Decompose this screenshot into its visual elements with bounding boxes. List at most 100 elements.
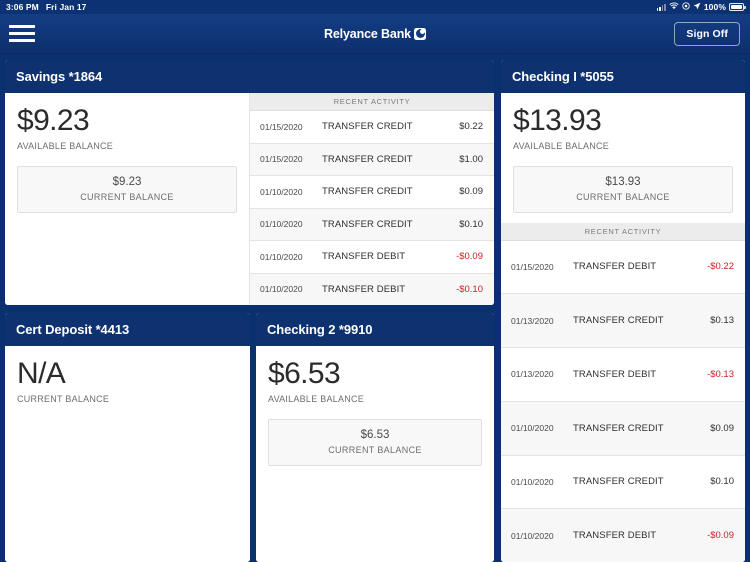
activity-amount: -$0.22	[707, 261, 734, 273]
account-body: $6.53 AVAILABLE BALANCE $6.53 CURRENT BA…	[256, 346, 494, 562]
activity-description: TRANSFER CREDIT	[322, 186, 413, 198]
activity-date: 01/13/2020	[511, 369, 554, 380]
recent-activity-header: RECENT ACTIVITY	[250, 93, 494, 111]
activity-description: TRANSFER CREDIT	[573, 315, 664, 327]
account-card-checking-1[interactable]: Checking I *5055 $13.93 AVAILABLE BALANC…	[501, 60, 745, 562]
activity-description: TRANSFER CREDIT	[573, 476, 664, 488]
status-bar: 3:06 PM Fri Jan 17 100%	[0, 0, 750, 14]
status-bar-right: 100%	[656, 2, 746, 12]
account-card-checking-2[interactable]: Checking 2 *9910 $6.53 AVAILABLE BALANCE…	[256, 313, 494, 562]
activity-description: TRANSFER DEBIT	[573, 530, 657, 542]
account-card-cert-deposit[interactable]: Cert Deposit *4413 N/A CURRENT BALANCE	[5, 313, 250, 562]
sign-off-button[interactable]: Sign Off	[674, 21, 740, 46]
battery-icon	[729, 3, 746, 11]
status-date: Fri Jan 17	[45, 2, 87, 12]
app-header: Relyance Bank Sign Off	[0, 14, 750, 54]
balance-summary: $9.23 AVAILABLE BALANCE $9.23 CURRENT BA…	[5, 93, 250, 305]
table-row[interactable]: 01/10/2020 TRANSFER CREDIT $0.09	[501, 401, 745, 456]
balance-summary: N/A CURRENT BALANCE	[5, 346, 250, 562]
available-balance-label: AVAILABLE BALANCE	[17, 140, 113, 151]
activity-description: TRANSFER DEBIT	[322, 251, 406, 263]
available-balance-label: AVAILABLE BALANCE	[513, 140, 609, 151]
available-balance-label: AVAILABLE BALANCE	[268, 393, 364, 404]
accounts-board: Savings *1864 $9.23 AVAILABLE BALANCE $9…	[0, 54, 750, 562]
table-row[interactable]: 01/15/2020 TRANSFER CREDIT $1.00	[250, 143, 494, 176]
activity-date: 01/15/2020	[260, 154, 303, 165]
table-row[interactable]: 01/13/2020 TRANSFER CREDIT $0.13	[501, 294, 745, 348]
activity-amount: $0.22	[459, 121, 483, 133]
available-balance-amount: N/A	[17, 357, 66, 390]
brand: Relyance Bank	[0, 27, 750, 41]
do-not-disturb-icon	[682, 2, 690, 12]
activity-amount: -$0.09	[707, 530, 734, 542]
account-body: $13.93 AVAILABLE BALANCE $13.93 CURRENT …	[501, 93, 745, 562]
current-balance-amount: $9.23	[112, 175, 142, 188]
relyance-logo-icon	[414, 27, 426, 40]
activity-description: TRANSFER CREDIT	[573, 422, 664, 434]
account-card-savings[interactable]: Savings *1864 $9.23 AVAILABLE BALANCE $9…	[5, 60, 494, 305]
table-row[interactable]: 01/15/2020 TRANSFER CREDIT $0.22	[250, 111, 494, 144]
current-balance-amount: $6.53	[360, 428, 390, 441]
activity-date: 01/10/2020	[511, 476, 554, 487]
activity-description: TRANSFER DEBIT	[573, 261, 657, 273]
activity-rows: 01/15/2020 TRANSFER CREDIT $0.22 01/15/2020…	[250, 111, 494, 305]
recent-activity: RECENT ACTIVITY 01/15/2020 TRANSFER DEBIT…	[501, 222, 745, 562]
activity-date: 01/10/2020	[260, 284, 303, 295]
current-balance-box: $9.23 CURRENT BALANCE	[17, 165, 237, 213]
current-balance-label: CURRENT BALANCE	[80, 191, 174, 202]
account-body: N/A CURRENT BALANCE	[5, 346, 250, 562]
activity-amount: $0.13	[710, 315, 734, 327]
signal-icon	[656, 3, 666, 11]
activity-date: 01/15/2020	[511, 261, 554, 272]
activity-date: 01/15/2020	[260, 121, 303, 132]
table-row[interactable]: 01/10/2020 TRANSFER DEBIT -$0.10	[250, 273, 494, 305]
current-balance-box: $13.93 CURRENT BALANCE	[513, 165, 733, 213]
table-row[interactable]: 01/15/2020 TRANSFER DEBIT -$0.22	[501, 240, 745, 295]
table-row[interactable]: 01/10/2020 TRANSFER CREDIT $0.10	[501, 455, 745, 510]
recent-activity-header: RECENT ACTIVITY	[501, 222, 745, 241]
activity-date: 01/13/2020	[511, 315, 554, 326]
balance-summary: $13.93 AVAILABLE BALANCE $13.93 CURRENT …	[501, 93, 745, 223]
battery-percent: 100%	[703, 2, 726, 12]
activity-amount: $0.09	[459, 186, 483, 198]
table-row[interactable]: 01/10/2020 TRANSFER CREDIT $0.09	[250, 176, 494, 209]
right-column: Checking I *5055 $13.93 AVAILABLE BALANC…	[501, 60, 745, 562]
hamburger-menu-icon[interactable]	[9, 24, 35, 44]
table-row[interactable]: 01/10/2020 TRANSFER CREDIT $0.10	[250, 208, 494, 241]
status-time: 3:06 PM	[6, 2, 39, 12]
activity-amount: -$0.10	[456, 283, 483, 295]
activity-amount: $1.00	[459, 153, 483, 165]
location-arrow-icon	[693, 2, 701, 12]
available-balance-amount: $9.23	[17, 104, 90, 137]
current-balance-amount: $13.93	[605, 175, 641, 188]
current-balance-label: CURRENT BALANCE	[576, 191, 670, 202]
activity-description: TRANSFER CREDIT	[322, 153, 413, 165]
activity-date: 01/10/2020	[511, 530, 554, 541]
current-balance-label: CURRENT BALANCE	[328, 444, 422, 455]
activity-amount: $0.10	[459, 218, 483, 230]
account-title: Savings *1864	[5, 60, 494, 93]
table-row[interactable]: 01/13/2020 TRANSFER DEBIT -$0.13	[501, 348, 745, 402]
activity-amount: $0.10	[710, 476, 734, 488]
account-body: $9.23 AVAILABLE BALANCE $9.23 CURRENT BA…	[5, 93, 494, 305]
activity-date: 01/10/2020	[260, 219, 303, 230]
table-row[interactable]: 01/10/2020 TRANSFER DEBIT -$0.09	[250, 241, 494, 274]
available-balance-label: CURRENT BALANCE	[17, 393, 110, 404]
activity-date: 01/10/2020	[511, 423, 554, 434]
activity-rows: 01/15/2020 TRANSFER DEBIT -$0.22 01/13/2020…	[501, 240, 745, 562]
left-column: Savings *1864 $9.23 AVAILABLE BALANCE $9…	[5, 60, 494, 562]
activity-date: 01/10/2020	[260, 251, 303, 262]
balance-summary: $6.53 AVAILABLE BALANCE $6.53 CURRENT BA…	[256, 346, 494, 562]
status-bar-left: 3:06 PM Fri Jan 17	[6, 2, 87, 12]
brand-name: Relyance Bank	[324, 26, 411, 41]
activity-date: 01/10/2020	[260, 186, 303, 197]
available-balance-amount: $6.53	[268, 357, 341, 390]
activity-description: TRANSFER DEBIT	[322, 283, 406, 295]
activity-description: TRANSFER CREDIT	[322, 218, 413, 230]
account-title: Checking I *5055	[501, 60, 745, 93]
wifi-icon	[669, 2, 679, 12]
table-row[interactable]: 01/10/2020 TRANSFER DEBIT -$0.09	[501, 509, 745, 562]
left-column-bottom-row: Cert Deposit *4413 N/A CURRENT BALANCE C…	[5, 313, 494, 562]
banking-dashboard: 3:06 PM Fri Jan 17 100% Relyance Bank Si…	[0, 0, 750, 562]
activity-amount: -$0.13	[707, 368, 734, 380]
